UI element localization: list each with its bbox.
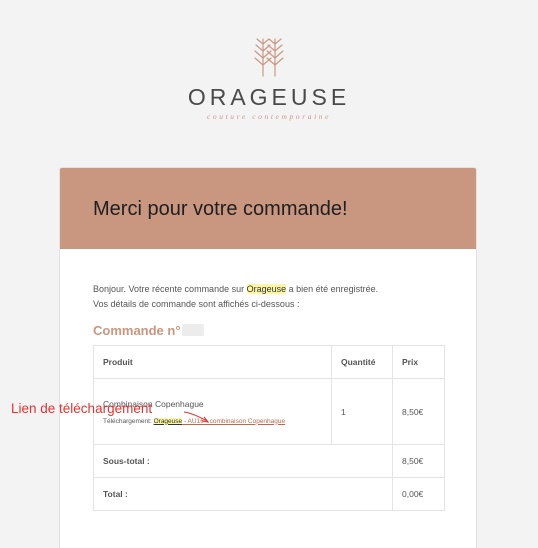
annotation-label: Lien de téléchargement [11,401,153,416]
header-price: Prix [392,345,445,379]
total-label: Total : [93,477,393,511]
order-number-redacted [181,324,204,336]
annotation-arrow-icon [183,411,210,423]
intro-part2: a bien été enregistrée. [286,284,379,294]
header-quantity: Quantité [331,345,393,379]
page-title: Merci pour votre commande! [93,198,348,220]
card-header: Merci pour votre commande! [60,168,476,249]
quantity-cell: 1 [331,378,393,445]
tree-logo-icon [254,38,284,77]
price-cell: 8,50€ [392,378,445,445]
brand-logo: ORAGEUSE couture contemporaine [0,0,538,160]
intro-text: Bonjour. Votre récente commande sur Orag… [93,282,453,312]
subtotal-value: 8,50€ [392,444,445,478]
total-row: Total : 0,00€ [93,477,445,511]
intro-line2: Vos détails de commande sont affichés ci… [93,299,300,309]
header-product: Produit [93,345,332,379]
order-title: Commande n° [93,323,204,338]
brand-name: ORAGEUSE [187,84,351,110]
order-confirmation-card: Merci pour votre commande! Bonjour. Votr… [59,167,477,548]
order-title-prefix: Commande n° [93,323,181,338]
intro-shop-name: Orageuse [246,284,287,294]
subtotal-row: Sous-total : 8,50€ [93,444,445,478]
brand-tagline: couture contemporaine [206,112,332,121]
total-value: 0,00€ [392,477,445,511]
order-table: Produit Quantité Prix Combinaison Copenh… [93,345,445,511]
subtotal-label: Sous-total : [93,444,393,478]
intro-part1: Bonjour. Votre récente commande sur [93,284,247,294]
table-header-row: Produit Quantité Prix [93,345,445,379]
download-label: Téléchargement: [103,417,154,425]
download-link-shop[interactable]: Orageuse [153,417,183,425]
